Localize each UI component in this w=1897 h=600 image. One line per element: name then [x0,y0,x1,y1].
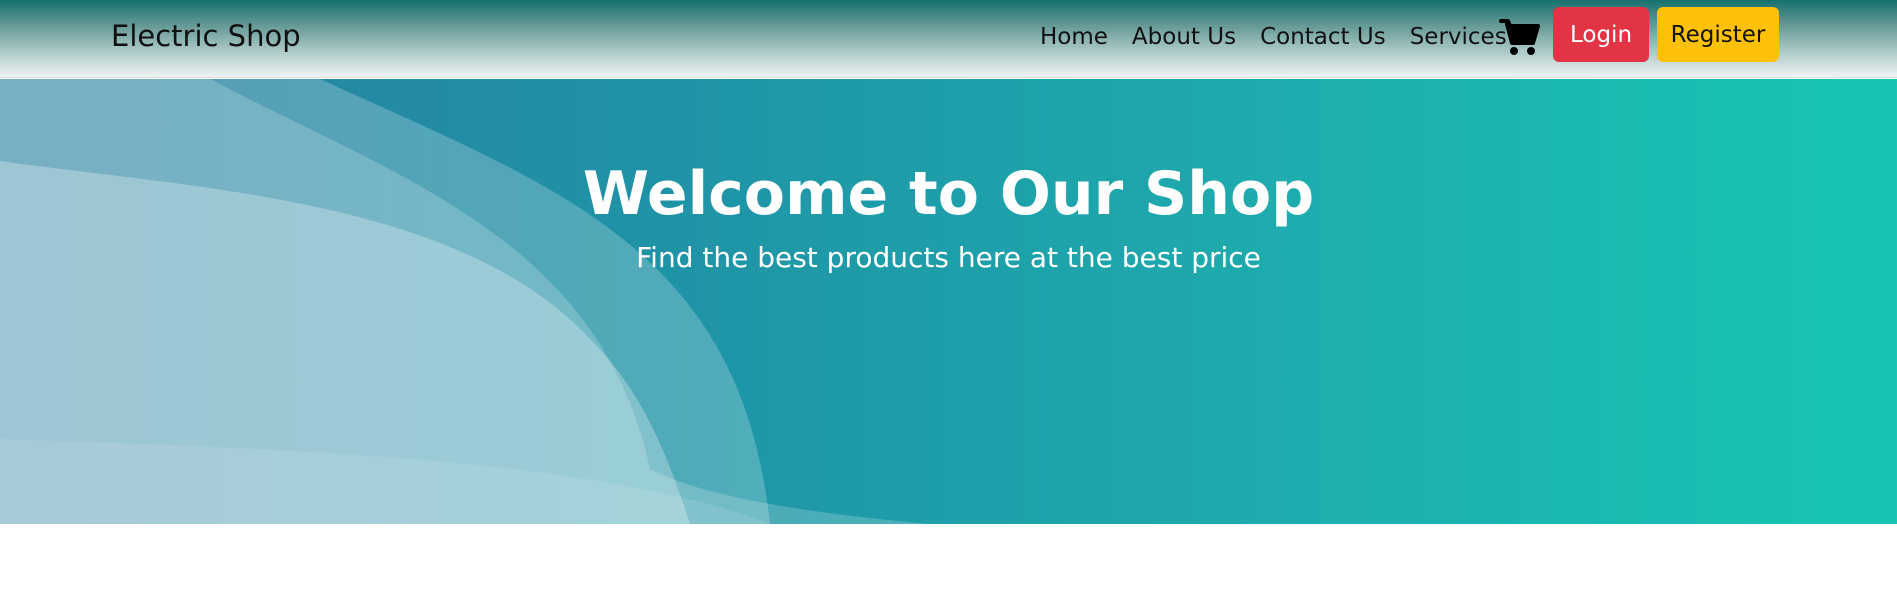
shopping-cart-icon[interactable] [1499,16,1541,58]
hero-banner: Welcome to Our Shop Find the best produc… [0,79,1897,524]
login-button[interactable]: Login [1553,7,1649,62]
top-navbar: Electric Shop Home About Us Contact Us S… [0,0,1897,78]
nav-link-home[interactable]: Home [1040,24,1108,50]
brand-logo-link[interactable]: Electric Shop [111,19,301,53]
page-content-area [0,524,1897,600]
nav-link-about-us[interactable]: About Us [1132,24,1236,50]
hero-title: Welcome to Our Shop [582,159,1315,229]
nav-link-contact-us[interactable]: Contact Us [1260,24,1386,50]
hero-subtitle: Find the best products here at the best … [636,241,1261,274]
nav-link-services[interactable]: Services [1410,24,1507,50]
register-button[interactable]: Register [1657,7,1779,62]
hero-wave-background [0,79,930,524]
nav-links: Home About Us Contact Us Services [1040,24,1507,50]
